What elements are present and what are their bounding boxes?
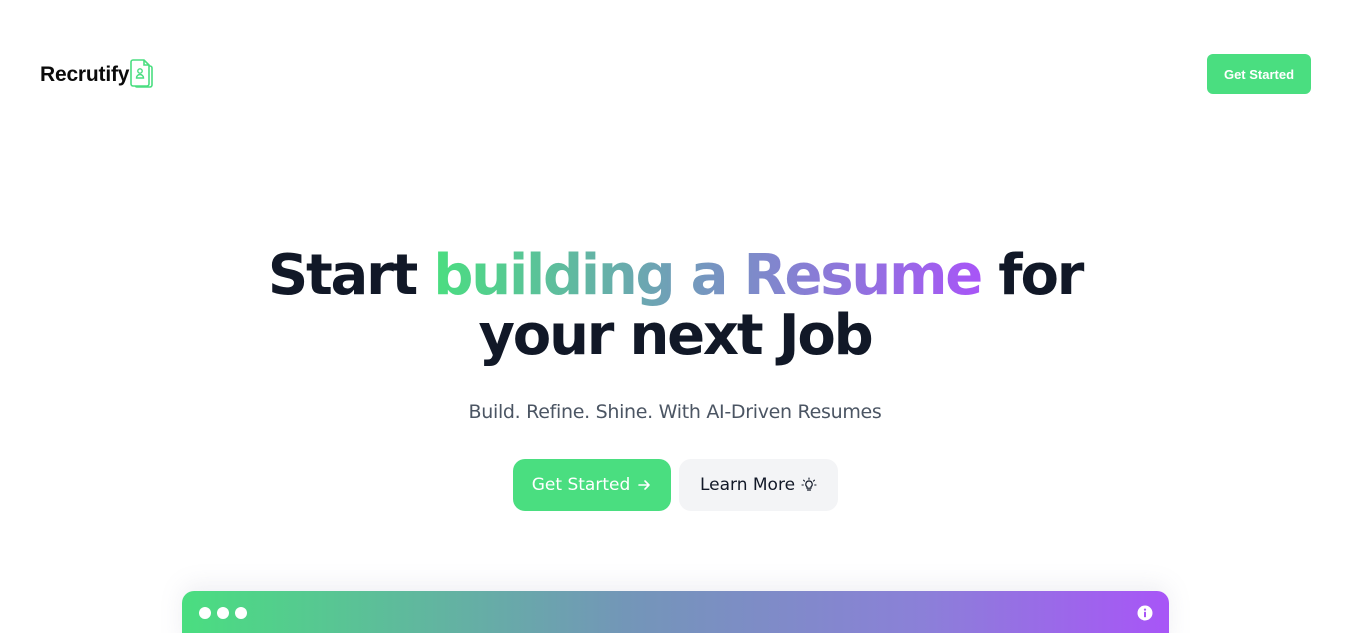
resume-document-icon: [130, 59, 154, 88]
site-header: Recrutify Get Started: [40, 54, 1311, 94]
lightbulb-icon: [801, 477, 817, 491]
hero-title: Start building a Resume for your next Jo…: [0, 246, 1350, 366]
hero-title-start: Start: [267, 243, 418, 308]
brand-logo[interactable]: Recrutify: [40, 57, 155, 91]
hero-title-highlight: building a Resume: [433, 243, 983, 308]
info-icon[interactable]: [1137, 605, 1153, 621]
learn-more-button[interactable]: Learn More: [679, 459, 838, 511]
header-get-started-button[interactable]: Get Started: [1207, 54, 1311, 94]
window-controls: [199, 607, 247, 619]
brand-name: Recrutify: [40, 63, 130, 86]
get-started-label: Get Started: [531, 475, 631, 495]
window-dot: [199, 607, 211, 619]
landing-page: Recrutify Get Started Start building a R…: [0, 0, 1350, 633]
window-dot: [235, 607, 247, 619]
app-preview-window: [182, 591, 1169, 633]
arrow-right-icon: [638, 480, 651, 490]
hero-subtitle: Build. Refine. Shine. With AI-Driven Res…: [468, 401, 882, 423]
learn-more-label: Learn More: [699, 475, 796, 495]
hero-actions: Get Started Learn More: [513, 459, 838, 511]
get-started-button[interactable]: Get Started: [513, 459, 671, 511]
hero-title-for: for: [998, 243, 1084, 308]
hero-section: Start building a Resume for your next Jo…: [0, 246, 1350, 424]
window-dot: [217, 607, 229, 619]
hero-title-line2: your next Job: [478, 303, 874, 368]
